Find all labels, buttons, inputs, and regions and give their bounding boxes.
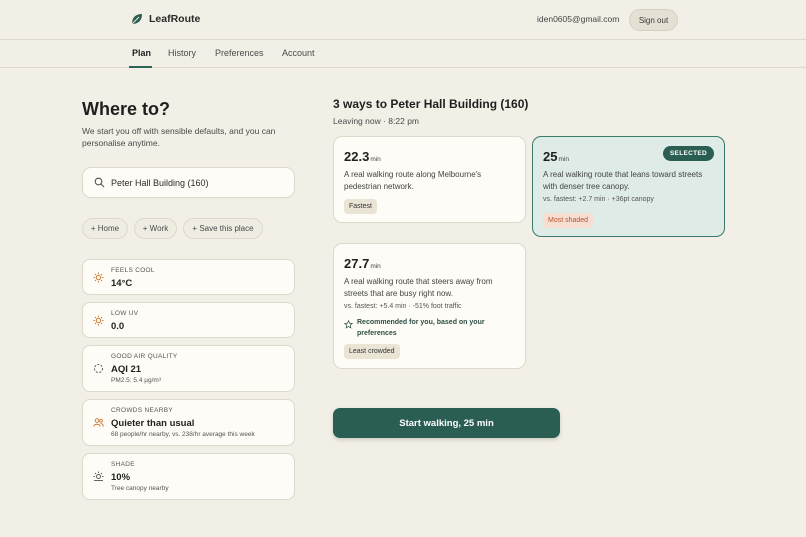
route-description: A real walking route along Melbourne's p… bbox=[344, 170, 482, 191]
condition-card-air-quality: GOOD AIR QUALITY AQI 21 PM2.5: 5.4 µg/m³ bbox=[82, 345, 295, 392]
search-input-value[interactable]: Peter Hall Building (160) bbox=[111, 178, 209, 188]
route-comparison: vs. fastest: +2.7 min · +36pt canopy bbox=[543, 196, 654, 203]
condition-value: 0.0 bbox=[111, 321, 125, 332]
brand-name: LeafRoute bbox=[149, 13, 201, 25]
route-tag: Most shaded bbox=[543, 213, 594, 228]
tab-history[interactable]: History bbox=[168, 48, 196, 58]
condition-label: FEELS COOL bbox=[111, 267, 155, 274]
condition-detail: 68 people/hr nearby, vs. 238/hr average … bbox=[111, 431, 255, 438]
condition-value: Quieter than usual bbox=[111, 418, 195, 429]
condition-value: 10% bbox=[111, 472, 131, 483]
destination-search[interactable]: Peter Hall Building (160) bbox=[82, 167, 295, 198]
condition-label: LOW UV bbox=[111, 310, 139, 317]
condition-detail: PM2.5: 5.4 µg/m³ bbox=[111, 377, 161, 384]
route-tag: Fastest bbox=[344, 199, 377, 214]
route-unit: min bbox=[558, 156, 569, 163]
condition-card-uv: LOW UV 0.0 bbox=[82, 302, 295, 338]
condition-value: AQI 21 bbox=[111, 364, 142, 375]
leaf-icon bbox=[131, 14, 142, 25]
route-duration: 22.3min bbox=[344, 149, 381, 164]
departure-time: Leaving now · 8:22 pm bbox=[333, 116, 419, 126]
route-unit: min bbox=[370, 263, 381, 270]
condition-label: SHADE bbox=[111, 461, 135, 468]
nav-tabs: Plan History Preferences Account bbox=[0, 40, 806, 68]
condition-detail: Tree canopy nearby bbox=[111, 485, 169, 492]
routes-title: 3 ways to Peter Hall Building (160) bbox=[333, 97, 529, 111]
route-time: 22.3 bbox=[344, 149, 370, 164]
add-work-chip[interactable]: + Work bbox=[134, 218, 177, 239]
user-email: iden0605@gmail.com bbox=[537, 14, 620, 24]
tab-preferences[interactable]: Preferences bbox=[215, 48, 264, 58]
star-icon bbox=[344, 320, 353, 329]
route-time: 27.7 bbox=[344, 256, 370, 271]
tab-account[interactable]: Account bbox=[282, 48, 315, 58]
route-duration: 27.7min bbox=[344, 256, 381, 271]
shade-icon bbox=[93, 471, 104, 481]
route-card-fastest[interactable]: 22.3min A real walking route along Melbo… bbox=[333, 136, 526, 223]
recommendation-text: Recommended for you, based on your prefe… bbox=[357, 319, 485, 337]
route-comparison: vs. fastest: +5.4 min · -51% foot traffi… bbox=[344, 303, 462, 310]
add-home-chip[interactable]: + Home bbox=[82, 218, 128, 239]
sun-icon bbox=[93, 315, 104, 326]
route-card-most-shaded[interactable]: 25min SELECTED A real walking route that… bbox=[532, 136, 725, 237]
active-tab-indicator bbox=[129, 66, 152, 68]
condition-card-shade: SHADE 10% Tree canopy nearby bbox=[82, 453, 295, 500]
search-icon bbox=[94, 177, 105, 188]
sun-icon bbox=[93, 272, 104, 283]
air-icon bbox=[94, 364, 103, 373]
intro-text: We start you off with sensible defaults,… bbox=[82, 126, 276, 148]
condition-value: 14°C bbox=[111, 278, 133, 289]
selected-badge: SELECTED bbox=[662, 146, 714, 161]
people-icon bbox=[93, 418, 104, 427]
route-description: A real walking route that leans toward s… bbox=[543, 170, 703, 191]
top-bar: LeafRoute iden0605@gmail.com Sign out bbox=[0, 0, 806, 40]
sign-out-button[interactable]: Sign out bbox=[629, 9, 678, 31]
route-duration: 25min bbox=[543, 149, 569, 164]
recommendation: Recommended for you, based on your prefe… bbox=[344, 318, 519, 339]
tab-plan[interactable]: Plan bbox=[132, 48, 151, 58]
route-card-least-crowded[interactable]: 27.7min A real walking route that steers… bbox=[333, 243, 526, 369]
save-place-chip[interactable]: + Save this place bbox=[183, 218, 263, 239]
condition-label: CROWDS NEARBY bbox=[111, 407, 174, 414]
brand[interactable]: LeafRoute bbox=[130, 12, 200, 26]
page-title: Where to? bbox=[82, 99, 170, 119]
condition-card-temperature: FEELS COOL 14°C bbox=[82, 259, 295, 295]
start-walking-button[interactable]: Start walking, 25 min bbox=[333, 408, 560, 438]
route-tag: Least crowded bbox=[344, 344, 400, 359]
route-time: 25 bbox=[543, 149, 558, 164]
condition-card-crowds: CROWDS NEARBY Quieter than usual 68 peop… bbox=[82, 399, 295, 446]
route-unit: min bbox=[370, 156, 381, 163]
route-description: A real walking route that steers away fr… bbox=[344, 277, 493, 298]
condition-label: GOOD AIR QUALITY bbox=[111, 353, 178, 360]
